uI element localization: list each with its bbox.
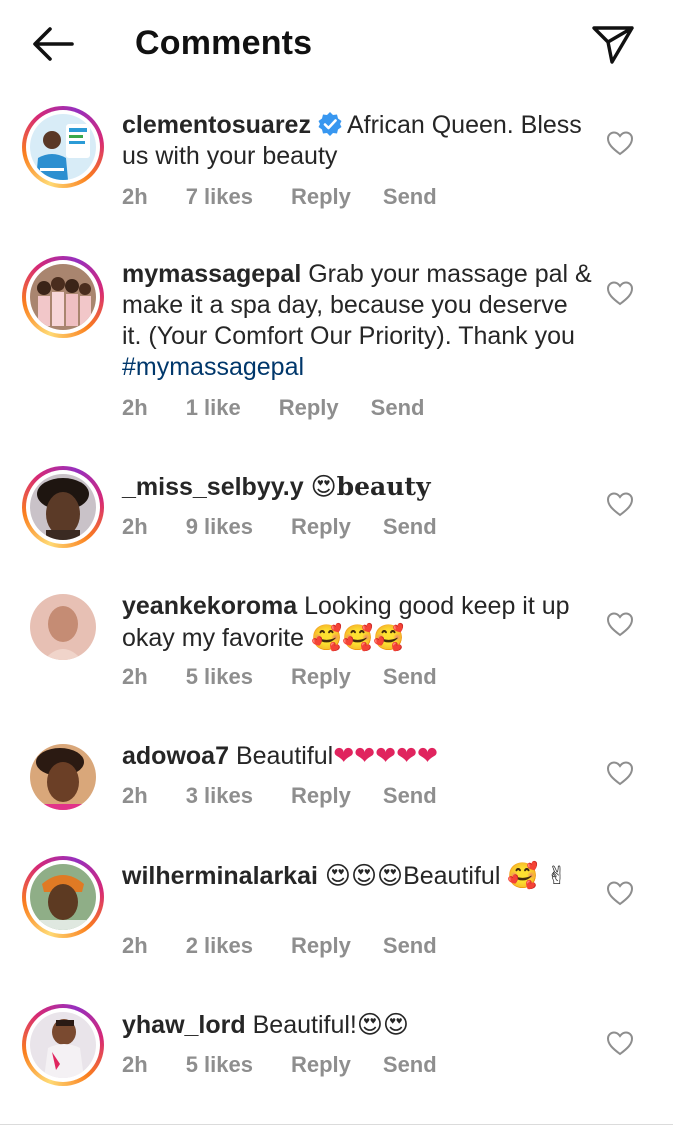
- send-button[interactable]: Send: [383, 184, 437, 210]
- comment-username[interactable]: yeankekoroma: [122, 592, 297, 620]
- heart-outline-icon[interactable]: [606, 130, 634, 156]
- reply-button[interactable]: Reply: [291, 664, 351, 690]
- comment-time: 2h: [122, 783, 148, 808]
- paper-plane-icon: [592, 26, 634, 64]
- comment-username[interactable]: clementosuarez: [122, 111, 311, 139]
- comment-username[interactable]: adowoa7: [122, 742, 229, 770]
- send-button[interactable]: Send: [383, 664, 437, 690]
- avatar-image: [30, 864, 96, 930]
- comment-text: wilherminalarkai 😍😍😍Beautiful 🥰 ✌: [122, 860, 592, 892]
- emoji-text: ❤❤❤❤❤: [333, 741, 438, 770]
- page-title: Comments: [135, 24, 313, 62]
- heart-outline-icon[interactable]: [606, 491, 634, 517]
- heart-outline-icon[interactable]: [606, 880, 634, 906]
- comment-likes[interactable]: 1 like: [186, 395, 241, 421]
- heart-outline-icon[interactable]: [606, 1030, 634, 1056]
- send-button[interactable]: Send: [383, 1052, 437, 1078]
- reply-button[interactable]: Reply: [291, 783, 351, 809]
- comment-username[interactable]: _miss_selbyy.y: [122, 473, 304, 501]
- comment-meta: 2h 9 likes Reply Send: [122, 514, 437, 540]
- comment-time: 2h: [122, 933, 148, 958]
- avatar-image: [30, 114, 96, 180]
- avatar[interactable]: [22, 256, 104, 338]
- reply-button[interactable]: Reply: [291, 184, 351, 210]
- emoji-text: 🥰🥰🥰: [310, 623, 405, 652]
- comment-likes[interactable]: 9 likes: [186, 514, 253, 540]
- comment-time: 2h: [122, 664, 148, 689]
- send-button[interactable]: Send: [383, 783, 437, 809]
- avatar[interactable]: [22, 1004, 104, 1086]
- avatar-image: [30, 474, 96, 540]
- send-button[interactable]: Send: [383, 514, 437, 540]
- comment-username[interactable]: wilherminalarkai: [122, 862, 318, 890]
- comment-meta: 2h 5 likes Reply Send: [122, 664, 437, 690]
- comment-username[interactable]: yhaw_lord: [122, 1011, 246, 1039]
- arrow-left-icon: [33, 27, 74, 61]
- comment-text: _miss_selbyy.y 😍beauty: [122, 471, 592, 503]
- comment-text: yeankekoroma Looking good keep it up oka…: [122, 591, 592, 654]
- divider: [0, 1124, 673, 1125]
- avatar[interactable]: [22, 586, 104, 668]
- comment-text: adowoa7 Beautiful❤❤❤❤❤: [122, 740, 592, 772]
- comment-time: 2h: [122, 514, 148, 539]
- back-button[interactable]: [28, 22, 76, 66]
- emoji-text: 😍: [310, 472, 337, 501]
- comment-meta: 2h 5 likes Reply Send: [122, 1052, 437, 1078]
- comment-text: clementosuarez African Queen. Bless us wi…: [122, 110, 592, 172]
- reply-button[interactable]: Reply: [279, 395, 339, 421]
- comment-body: Beautiful!: [252, 1011, 357, 1039]
- reply-button[interactable]: Reply: [291, 1052, 351, 1078]
- hashtag-link[interactable]: #mymassagepal: [122, 353, 304, 381]
- comment-text: yhaw_lord Beautiful!😍😍: [122, 1009, 592, 1041]
- avatar-image: [30, 264, 96, 330]
- comment-time: 2h: [122, 395, 148, 420]
- comment-time: 2h: [122, 184, 148, 209]
- emoji-text: 😍😍: [356, 1010, 409, 1039]
- comment-likes[interactable]: 7 likes: [186, 184, 253, 210]
- comment-likes[interactable]: 5 likes: [186, 1052, 253, 1078]
- comment-time: 2h: [122, 1052, 148, 1077]
- header-bar: Comments: [0, 0, 673, 88]
- avatar-image: [30, 594, 96, 660]
- heart-outline-icon[interactable]: [606, 611, 634, 637]
- avatar-image: [30, 744, 96, 810]
- comment-body: Beautiful: [403, 862, 501, 890]
- avatar[interactable]: [22, 106, 104, 188]
- send-button[interactable]: Send: [383, 933, 437, 959]
- avatar-image: [30, 1012, 96, 1078]
- comment-meta: 2h 2 likes Reply Send: [122, 933, 437, 959]
- emoji-text: 😍😍😍: [324, 861, 404, 890]
- comment-meta: 2h 1 like Reply Send: [122, 395, 424, 421]
- emoji-text-2: 🥰 ✌: [507, 861, 568, 890]
- heart-outline-icon[interactable]: [606, 760, 634, 786]
- comment-likes[interactable]: 5 likes: [186, 664, 253, 690]
- comment-likes[interactable]: 3 likes: [186, 783, 253, 809]
- share-button[interactable]: [588, 18, 638, 68]
- heart-outline-icon[interactable]: [606, 280, 634, 306]
- avatar[interactable]: [22, 736, 104, 818]
- comment-meta: 2h 3 likes Reply Send: [122, 783, 437, 809]
- comment-likes[interactable]: 2 likes: [186, 933, 253, 959]
- reply-button[interactable]: Reply: [291, 933, 351, 959]
- comment-text: mymassagepal Grab your massage pal & mak…: [122, 259, 592, 383]
- comment-body: Beautiful: [235, 742, 334, 770]
- send-button[interactable]: Send: [371, 395, 425, 421]
- avatar[interactable]: [22, 856, 104, 938]
- comment-meta: 2h 7 likes Reply Send: [122, 184, 437, 210]
- reply-button[interactable]: Reply: [291, 514, 351, 540]
- verified-badge-icon: [318, 112, 342, 136]
- comment-username[interactable]: mymassagepal: [122, 260, 301, 288]
- comment-body: beauty: [336, 472, 431, 501]
- avatar[interactable]: [22, 466, 104, 548]
